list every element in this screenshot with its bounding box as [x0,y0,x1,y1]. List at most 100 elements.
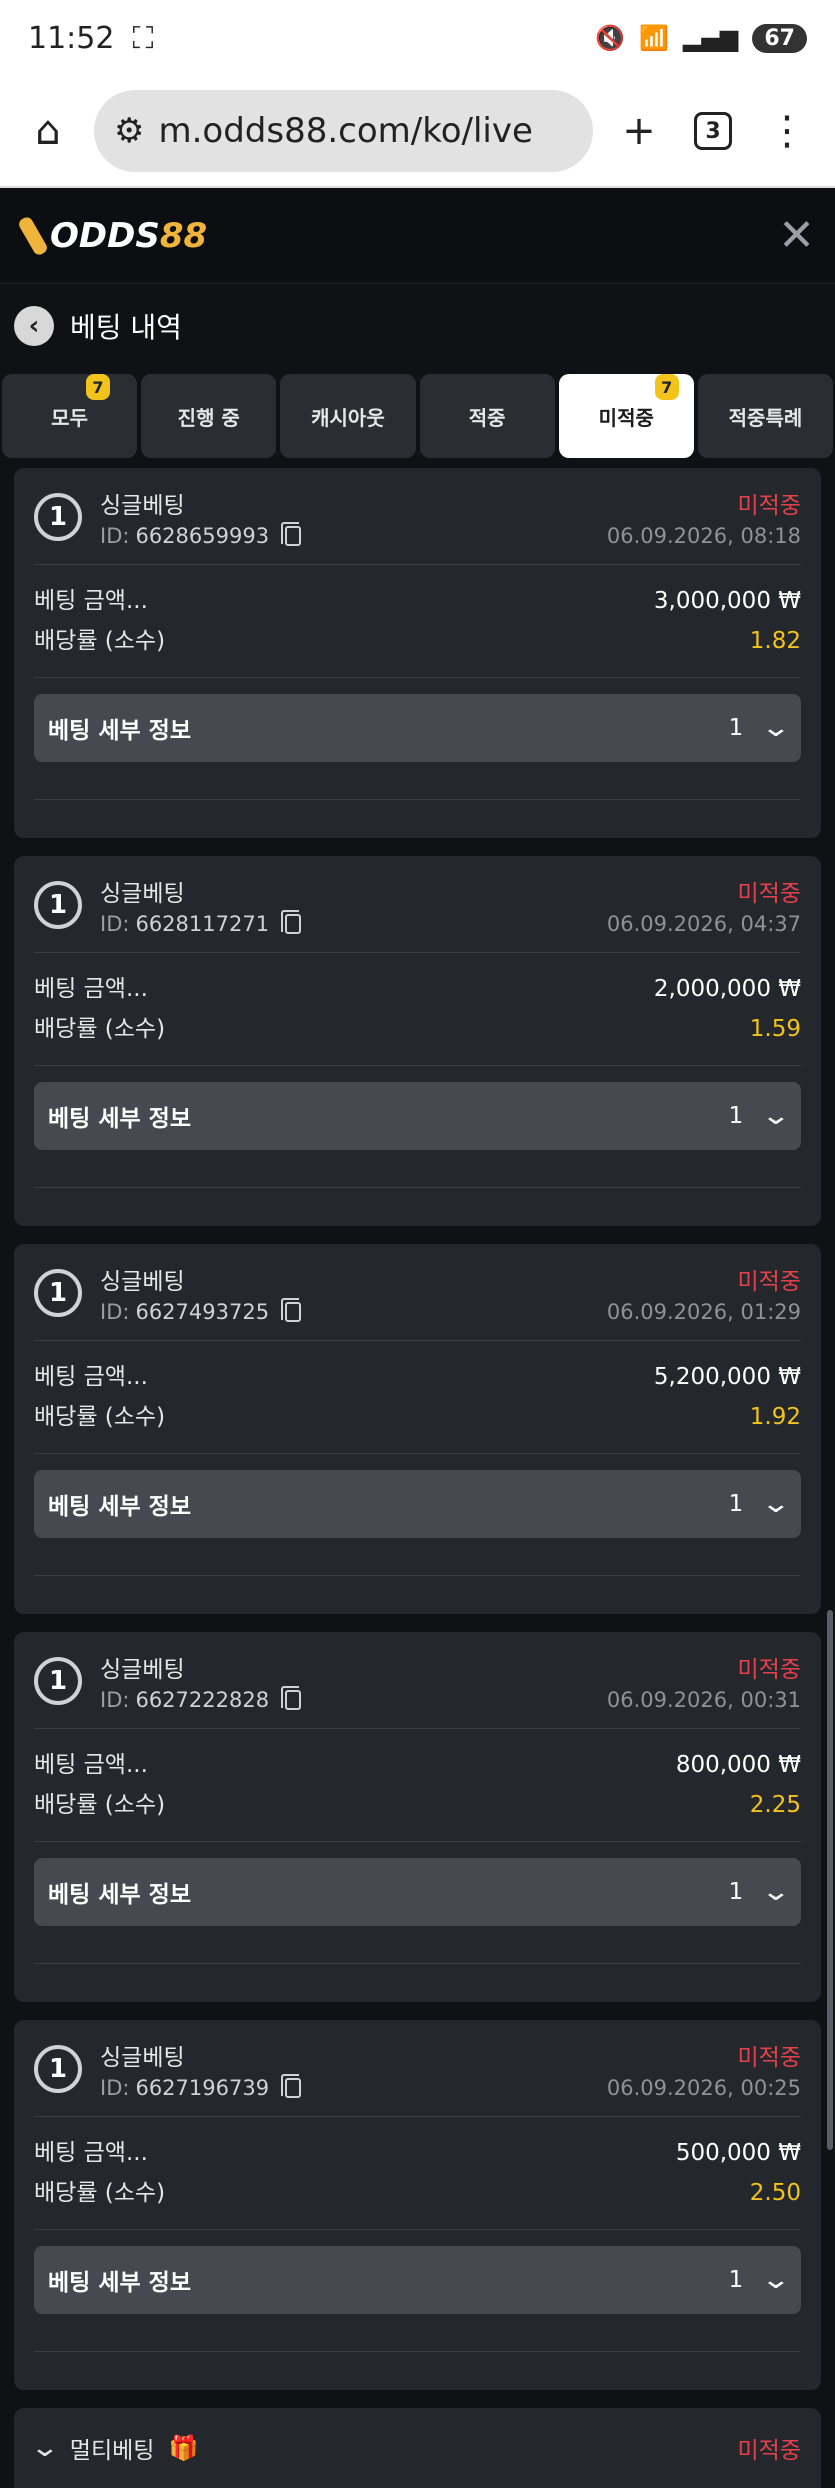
bet-id: ID: 6627493725 [100,1298,302,1324]
tab-all[interactable]: 모두 7 [2,374,138,458]
bet-card: 1 싱글베팅 ID: 6627493725 미적중 06.09.2026, 01… [14,1244,821,1614]
tab-won[interactable]: 적중 [419,374,555,458]
tab-lost[interactable]: 미적중 7 [558,374,694,458]
divider [34,2351,801,2352]
divider [34,1453,801,1454]
count-badge: 7 [86,374,110,400]
bet-date: 06.09.2026, 04:37 [606,912,801,936]
copy-icon[interactable] [281,2074,302,2098]
bet-id: ID: 6628117271 [100,910,302,936]
divider [34,1065,801,1066]
divider [34,677,801,678]
tab-cashout[interactable]: 캐시아웃 [280,374,416,458]
browser-toolbar: ⌂ ⚙ m.odds88.com/ko/live + 3 ⋮ [0,76,835,188]
bet-details-toggle[interactable]: 베팅 세부 정보 1 ⌄ [34,2246,801,2314]
bet-type: 싱글베팅 [100,881,185,907]
selection-count-icon: 1 [34,1657,82,1705]
wifi-icon: 📶 [639,24,669,52]
bet-details-toggle[interactable]: 베팅 세부 정보 1 ⌄ [34,1470,801,1538]
page-title: 베팅 내역 [70,311,182,344]
selection-count-icon: 1 [34,2045,82,2093]
tab-switcher-button[interactable]: 3 [685,103,741,159]
new-tab-button[interactable]: + [611,103,667,159]
bet-type: 싱글베팅 [100,2045,185,2071]
bet-type: 싱글베팅 [100,1269,185,1295]
chevron-down-icon: ⌄ [760,1877,792,1907]
divider [34,1728,801,1729]
bet-details-toggle[interactable]: 베팅 세부 정보 1 ⌄ [34,694,801,762]
status-badge: 미적중 [737,881,801,907]
signal-icon: ▂▄▆ [683,24,739,52]
divider [34,1963,801,1964]
divider [34,564,801,565]
tab-in-progress[interactable]: 진행 중 [141,374,277,458]
bet-date: 06.09.2026, 00:25 [606,2076,801,2100]
bet-card: 1 싱글베팅 ID: 6628117271 미적중 06.09.2026, 04… [14,856,821,1226]
more-menu-icon[interactable]: ⋮ [759,103,815,159]
bet-details-toggle[interactable]: 베팅 세부 정보 1 ⌄ [34,1858,801,1926]
mute-icon: 🔇 [595,24,626,52]
bet-id: ID: 6627196739 [100,2074,302,2100]
logo[interactable]: ODDS88 [16,214,207,257]
bet-date: 06.09.2026, 08:18 [606,524,801,548]
site-settings-icon[interactable]: ⚙ [114,111,144,151]
bet-card: 1 싱글베팅 ID: 6628659993 미적중 06.09.2026, 08… [14,468,821,838]
close-icon[interactable]: ✕ [778,210,815,261]
selection-count-icon: 1 [34,1269,82,1317]
screenshot-icon: ⛶ [132,20,154,56]
copy-icon[interactable] [281,1686,302,1710]
divider [34,2229,801,2230]
bet-date: 06.09.2026, 00:31 [606,1688,801,1712]
bet-card: 1 싱글베팅 ID: 6627222828 미적중 06.09.2026, 00… [14,1632,821,2002]
amount-row: 베팅 금액... 500,000 ₩ [34,2140,801,2166]
bet-details-toggle[interactable]: 베팅 세부 정보 1 ⌄ [34,1082,801,1150]
divider [34,1340,801,1341]
odds-row: 배당률 (소수) 2.50 [34,2180,801,2206]
amount-row: 베팅 금액... 3,000,000 ₩ [34,588,801,614]
gift-icon: 🎁 [168,2434,199,2462]
chevron-down-icon: ⌄ [760,1101,792,1131]
bet-list: 1 싱글베팅 ID: 6628659993 미적중 06.09.2026, 08… [0,458,835,2488]
selection-count-icon: 1 [34,493,82,541]
bet-card-multi: ⌄ 멀티베팅 🎁 미적중 [14,2408,821,2488]
count-badge: 7 [654,374,679,400]
bet-type: 멀티베팅 [69,2438,155,2464]
amount-row: 베팅 금액... 5,200,000 ₩ [34,1364,801,1390]
logo-mark-icon [16,214,50,257]
status-badge: 미적중 [737,2045,801,2071]
divider [34,1841,801,1842]
filter-tabs: 모두 7 진행 중 캐시아웃 적중 미적중 7 적중특례 [0,374,835,458]
divider [34,952,801,953]
status-bar: 11:52 ⛶ 🔇 📶 ▂▄▆ 67 [0,0,835,76]
scrollbar[interactable] [827,1610,833,2150]
url-text: m.odds88.com/ko/live [158,111,533,151]
copy-icon[interactable] [281,1298,302,1322]
status-badge: 미적중 [737,2438,801,2464]
tab-special[interactable]: 적중특례 [697,374,834,458]
chevron-down-icon: ⌄ [760,1489,792,1519]
address-bar[interactable]: ⚙ m.odds88.com/ko/live [94,90,593,172]
bet-type: 싱글베팅 [100,1657,185,1683]
divider [34,2116,801,2117]
home-icon[interactable]: ⌂ [20,103,76,159]
amount-row: 베팅 금액... 800,000 ₩ [34,1752,801,1778]
odds-row: 배당률 (소수) 2.25 [34,1792,801,1818]
status-badge: 미적중 [737,1269,801,1295]
copy-icon[interactable] [281,522,302,546]
bet-card: 1 싱글베팅 ID: 6627196739 미적중 06.09.2026, 00… [14,2020,821,2390]
odds-row: 배당률 (소수) 1.82 [34,628,801,654]
bet-date: 06.09.2026, 01:29 [606,1300,801,1324]
chevron-down-icon: ⌄ [760,2265,792,2295]
tab-count: 3 [694,112,732,150]
copy-icon[interactable] [281,910,302,934]
amount-row: 베팅 금액... 2,000,000 ₩ [34,976,801,1002]
odds-row: 배당률 (소수) 1.59 [34,1016,801,1042]
bet-id: ID: 6627222828 [100,1686,302,1712]
app-header: ODDS88 ✕ [0,188,835,284]
back-button[interactable]: ‹ [14,306,54,346]
chevron-down-icon[interactable]: ⌄ [30,2433,61,2463]
status-badge: 미적중 [737,493,801,519]
status-badge: 미적중 [737,1657,801,1683]
battery-indicator: 67 [752,23,807,53]
divider [34,1187,801,1188]
